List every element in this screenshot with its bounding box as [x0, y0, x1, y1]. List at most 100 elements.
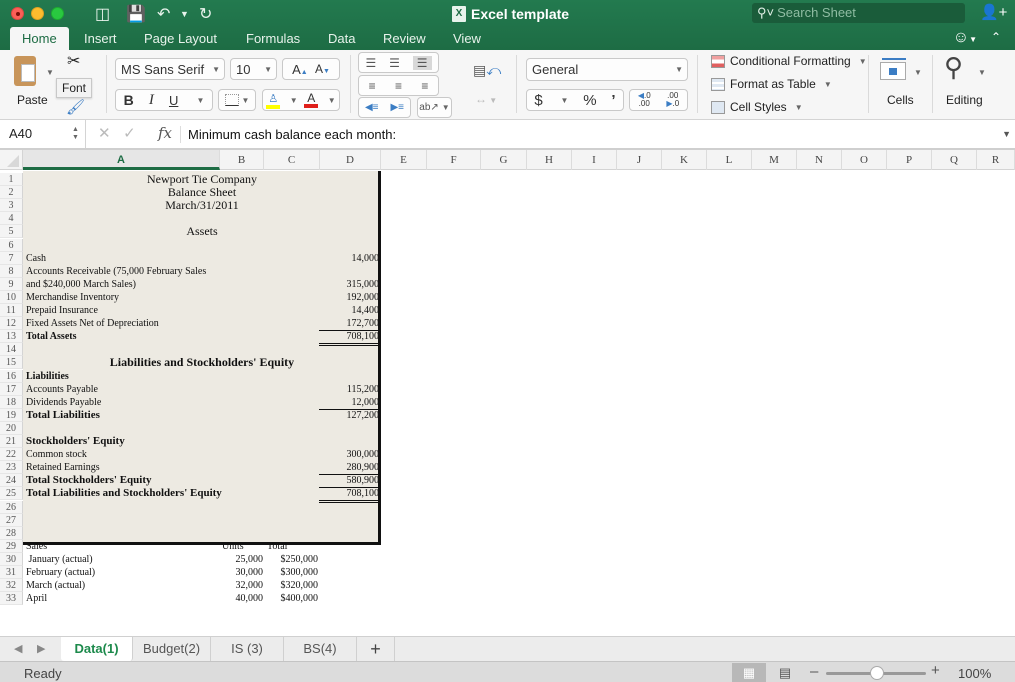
column-header-a[interactable]: A — [23, 150, 220, 170]
number-format-select[interactable]: General ▼ — [526, 58, 688, 81]
editing-label[interactable]: Editing — [946, 93, 983, 107]
row-header[interactable]: 18 — [0, 395, 23, 409]
row-header[interactable]: 25 — [0, 487, 23, 501]
increase-indent-icon[interactable]: ▶≡ — [390, 102, 404, 113]
search-sheet-input[interactable]: ⚲˅ Search Sheet — [752, 3, 965, 23]
total-equity-label[interactable]: Total Stockholders' Equity — [26, 474, 152, 487]
row-header[interactable]: 30 — [0, 552, 23, 566]
liability-value-cell[interactable]: 115,200 — [319, 383, 379, 396]
row-header[interactable]: 10 — [0, 290, 23, 304]
paste-dropdown-icon[interactable]: ▼ — [46, 68, 54, 77]
orientation-button[interactable]: ab↗ ▼ — [417, 97, 452, 118]
align-middle-icon[interactable]: ☰ — [389, 56, 400, 70]
column-header-b[interactable]: B — [220, 150, 264, 170]
row-header[interactable]: 2 — [0, 186, 23, 200]
row-header[interactable]: 31 — [0, 566, 23, 580]
enter-check-icon[interactable]: ✓ — [123, 125, 136, 142]
row-header[interactable]: 29 — [0, 539, 23, 553]
cells-label[interactable]: Cells — [887, 93, 914, 107]
asset-value-cell[interactable]: 172,700 — [319, 317, 379, 332]
liability-value-cell[interactable]: 12,000 — [319, 396, 379, 410]
zoom-out-button[interactable]: – — [810, 663, 818, 680]
row-header[interactable]: 11 — [0, 304, 23, 318]
row-header[interactable]: 17 — [0, 382, 23, 396]
total-liabilities-equity-value[interactable]: 708,100 — [319, 487, 379, 504]
total-assets-value[interactable]: 708,100 — [319, 330, 379, 347]
sales-units-cell[interactable]: 30,000 — [210, 566, 264, 579]
asset-value-cell[interactable]: 315,000 — [319, 278, 380, 291]
equity-label-cell[interactable]: Common stock — [26, 448, 87, 461]
column-header-l[interactable]: L — [707, 150, 752, 170]
font-color-button[interactable]: A — [304, 92, 319, 108]
row-header[interactable]: 20 — [0, 421, 23, 435]
column-header-h[interactable]: H — [527, 150, 572, 170]
column-header-m[interactable]: M — [752, 150, 797, 170]
asset-value-cell[interactable]: 14,400 — [319, 304, 380, 317]
equity-label-cell[interactable]: Retained Earnings — [26, 461, 100, 474]
tab-review[interactable]: Review — [383, 27, 426, 50]
merge-center-icon[interactable]: ↔ ▼ — [475, 92, 497, 106]
sales-total-cell[interactable]: $250,000 — [264, 553, 319, 566]
align-bottom-icon[interactable]: ☰ — [412, 55, 432, 70]
sheet-tab-budget[interactable]: Budget(2) — [133, 637, 211, 661]
save-icon[interactable]: 💾 — [126, 4, 146, 24]
row-header[interactable]: 19 — [0, 408, 23, 422]
tab-view[interactable]: View — [453, 27, 481, 50]
underline-dropdown-icon[interactable]: ▼ — [197, 96, 205, 105]
total-header-cell[interactable]: Total — [267, 540, 287, 553]
asset-label-cell[interactable]: Accounts Receivable (75,000 February Sal… — [26, 265, 206, 278]
sales-total-cell[interactable]: $320,000 — [264, 579, 319, 592]
cut-icon[interactable]: ✂ — [67, 51, 80, 71]
row-header[interactable]: 23 — [0, 461, 23, 475]
tab-page-layout[interactable]: Page Layout — [144, 27, 217, 50]
currency-button[interactable]: $ — [534, 92, 542, 109]
expand-formula-bar-icon[interactable]: ▼ — [1002, 129, 1011, 139]
decrease-decimal-icon[interactable]: .00 ▶.0 — [666, 92, 679, 108]
sales-units-cell[interactable]: 40,000 — [210, 592, 264, 605]
column-header-c[interactable]: C — [264, 150, 320, 170]
sales-month-cell[interactable]: January (actual) — [26, 553, 93, 566]
sales-month-cell[interactable]: February (actual) — [26, 566, 95, 579]
cancel-icon[interactable]: ✕ — [98, 125, 111, 142]
row-header[interactable]: 13 — [0, 330, 23, 344]
row-header[interactable]: 14 — [0, 343, 23, 357]
font-color-dropdown-icon[interactable]: ▼ — [328, 96, 336, 105]
asset-value-cell[interactable]: 192,000 — [319, 291, 380, 304]
redo-icon[interactable]: ↻ — [199, 4, 212, 24]
increase-decimal-icon[interactable]: ◀.0.00 — [638, 92, 651, 108]
liabilities-heading[interactable]: Liabilities — [26, 370, 69, 383]
wrap-text-icon[interactable]: ▤⤺ — [473, 62, 501, 79]
align-top-icon[interactable]: ☰ — [365, 56, 376, 70]
total-liabilities-equity-label[interactable]: Total Liabilities and Stockholders' Equi… — [26, 487, 222, 500]
row-header[interactable]: 4 — [0, 212, 23, 226]
date-cell[interactable]: March/31/2011 — [23, 199, 381, 212]
row-header[interactable]: 9 — [0, 277, 23, 291]
underline-button[interactable]: U — [169, 93, 178, 108]
tab-formulas[interactable]: Formulas — [246, 27, 300, 50]
row-header[interactable]: 5 — [0, 225, 23, 239]
tab-insert[interactable]: Insert — [84, 27, 117, 50]
row-header[interactable]: 28 — [0, 526, 23, 540]
total-liabilities-label[interactable]: Total Liabilities — [26, 409, 100, 422]
row-header[interactable]: 21 — [0, 435, 23, 449]
sheet-title-cell[interactable]: Balance Sheet — [23, 186, 381, 199]
format-as-table-button[interactable]: Format as Table ▼ — [711, 77, 832, 91]
collapse-ribbon-icon[interactable]: ⌃ — [991, 30, 1001, 44]
column-header-i[interactable]: I — [572, 150, 617, 170]
add-sheet-button[interactable]: + — [357, 637, 395, 661]
row-header[interactable]: 33 — [0, 592, 23, 606]
row-header[interactable]: 26 — [0, 500, 23, 514]
asset-label-cell[interactable]: Fixed Assets Net of Depreciation — [26, 317, 159, 330]
total-assets-label[interactable]: Total Assets — [26, 330, 76, 343]
align-center-icon[interactable]: ≡ — [395, 79, 402, 93]
row-header[interactable]: 7 — [0, 251, 23, 265]
fullscreen-window-button[interactable] — [51, 7, 64, 20]
minimize-window-button[interactable] — [31, 7, 44, 20]
column-header-g[interactable]: G — [481, 150, 527, 170]
column-header-p[interactable]: P — [887, 150, 932, 170]
paste-label[interactable]: Paste — [17, 93, 48, 107]
zoom-slider-handle[interactable] — [870, 666, 884, 680]
percent-button[interactable]: % — [583, 92, 596, 109]
row-header[interactable]: 6 — [0, 238, 23, 252]
sheet-tab-bs[interactable]: BS(4) — [284, 637, 357, 661]
